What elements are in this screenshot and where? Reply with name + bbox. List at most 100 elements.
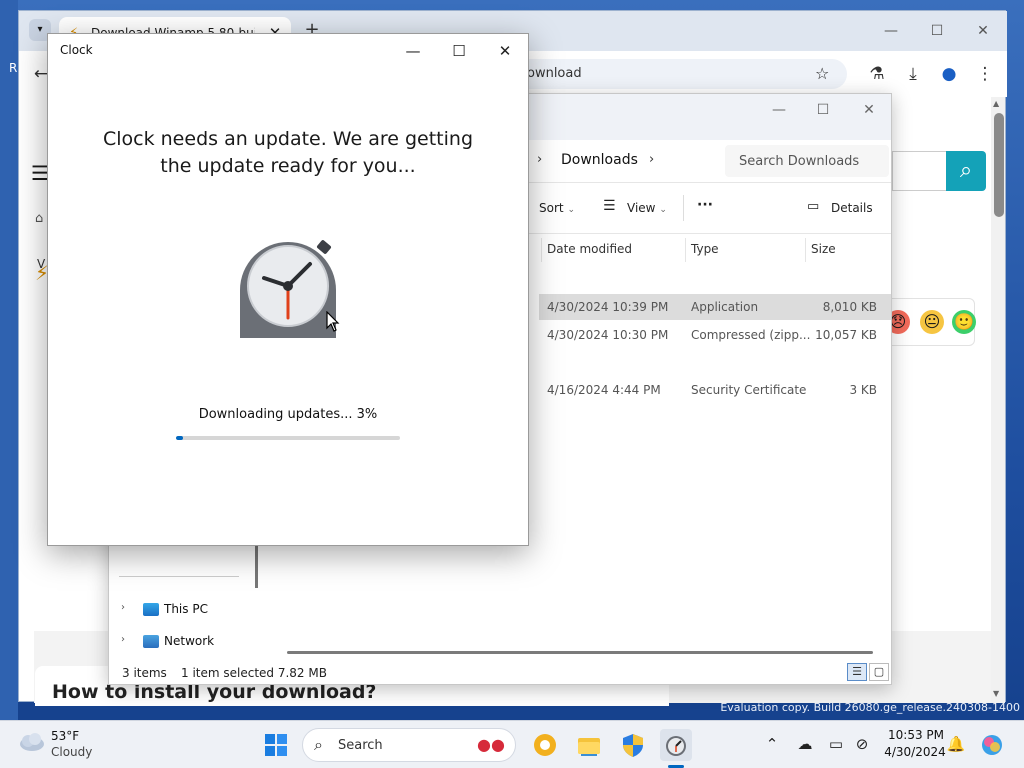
breadcrumb-downloads[interactable]: Downloads xyxy=(561,152,638,168)
reaction-happy-icon[interactable]: 🙂 xyxy=(952,310,976,334)
expand-network-icon[interactable]: › xyxy=(121,634,125,645)
explorer-minimize-button[interactable]: — xyxy=(757,98,801,122)
bookmark-star-icon[interactable]: ☆ xyxy=(815,64,829,83)
view-list-icon: ☰ xyxy=(603,198,616,214)
mouse-cursor-icon xyxy=(326,311,340,332)
home-icon[interactable]: ⌂ xyxy=(35,211,43,226)
column-divider xyxy=(541,238,542,262)
breadcrumb-separator-icon[interactable]: › xyxy=(537,152,542,167)
progress-fill xyxy=(176,436,183,440)
menu-kebab-icon[interactable]: ⋮ xyxy=(971,61,999,87)
taskbar-search-box[interactable]: ⌕ Search ●● xyxy=(302,728,516,762)
evaluation-watermark: Evaluation copy. Build 26080.ge_release.… xyxy=(720,701,1020,714)
clock-update-window: Clock — ☐ ✕ Clock needs an update. We ar… xyxy=(47,33,529,546)
strawberry-highlight-icon: ●● xyxy=(477,735,505,754)
chevron-down-icon: ⌄ xyxy=(567,205,575,215)
page-scrollbar[interactable]: ▲ ▼ xyxy=(991,97,1005,703)
clock-minimize-button[interactable]: — xyxy=(393,39,433,63)
browser-minimize-button[interactable]: — xyxy=(871,19,911,43)
taskbar: 53°F Cloudy ⌕ Search ●● ⌃ ☁ ▭ ⊘ 10:53 PM… xyxy=(0,720,1024,768)
details-view-button[interactable]: ☰ xyxy=(847,663,867,681)
file-date: 4/16/2024 4:44 PM xyxy=(547,383,661,397)
scroll-down-icon[interactable]: ▼ xyxy=(993,689,999,698)
nav-divider xyxy=(119,576,239,577)
details-button[interactable]: Details xyxy=(831,201,873,215)
navigation-pane: › This PC › Network xyxy=(109,534,267,664)
file-type: Application xyxy=(691,300,759,314)
selection-info: 1 item selected 7.82 MB xyxy=(181,666,327,680)
expand-this-pc-icon[interactable]: › xyxy=(121,602,125,613)
column-size[interactable]: Size xyxy=(811,242,836,256)
file-row[interactable]: 4/30/2024 10:39 PM Application 8,010 KB xyxy=(539,294,891,320)
download-progress-bar xyxy=(176,436,400,440)
chevron-down-icon: ⌄ xyxy=(659,205,667,215)
file-size: 10,057 KB xyxy=(815,328,877,342)
taskbar-date[interactable]: 4/30/2024 xyxy=(884,745,946,759)
address-text: ownload xyxy=(527,66,582,81)
nav-scrollbar[interactable] xyxy=(255,544,258,588)
explorer-maximize-button[interactable]: ☐ xyxy=(801,98,845,122)
tiles-view-button[interactable]: ▢ xyxy=(869,663,889,681)
details-pane-icon: ▭ xyxy=(807,199,820,214)
file-row[interactable]: 4/30/2024 10:30 PM Compressed (zipp... 1… xyxy=(539,322,891,348)
profile-avatar-icon[interactable]: ● xyxy=(935,61,963,87)
site-search-icon[interactable]: ⌕ xyxy=(946,151,986,191)
downloads-icon[interactable]: ⤓ xyxy=(899,61,927,87)
progress-label: Downloading updates... 3% xyxy=(198,407,378,422)
clock-close-button[interactable]: ✕ xyxy=(485,39,525,63)
security-shield-taskbar-icon[interactable] xyxy=(617,729,649,761)
network-status-icon[interactable]: ⊘ xyxy=(852,735,872,753)
nav-item-network[interactable]: Network xyxy=(164,634,214,648)
nav-item-this-pc[interactable]: This PC xyxy=(164,602,208,616)
network-icon xyxy=(143,635,159,648)
alarm-clock-icon xyxy=(240,240,336,338)
view-label: View xyxy=(627,201,656,215)
file-row[interactable]: 4/16/2024 4:44 PM Security Certificate 3… xyxy=(539,377,891,403)
file-type: Security Certificate xyxy=(691,383,807,397)
taskbar-time[interactable]: 10:53 PM xyxy=(888,728,944,742)
chrome-canary-taskbar-icon[interactable] xyxy=(529,729,561,761)
file-date: 4/30/2024 10:30 PM xyxy=(547,328,669,342)
file-size: 3 KB xyxy=(849,383,877,397)
show-hidden-icons-icon[interactable]: ⌃ xyxy=(762,735,782,753)
notification-bell-icon[interactable]: 🔔 xyxy=(946,735,966,753)
more-options-button[interactable]: ··· xyxy=(697,197,713,213)
file-explorer-taskbar-icon[interactable] xyxy=(573,729,605,761)
display-icon[interactable]: ▭ xyxy=(826,735,846,753)
desktop-background xyxy=(0,0,18,720)
item-count: 3 items xyxy=(122,666,167,680)
browser-maximize-button[interactable]: ☐ xyxy=(917,19,957,43)
column-type[interactable]: Type xyxy=(691,242,719,256)
horizontal-scrollbar[interactable] xyxy=(287,651,873,654)
column-date-modified[interactable]: Date modified xyxy=(547,242,632,256)
explorer-close-button[interactable]: ✕ xyxy=(847,98,891,122)
taskbar-search-placeholder: Search xyxy=(338,738,383,753)
desktop-edge-letter: R xyxy=(9,61,18,75)
file-date: 4/30/2024 10:39 PM xyxy=(547,300,669,314)
reaction-neutral-icon[interactable]: 😐 xyxy=(920,310,944,334)
sort-button[interactable]: Sort ⌄ xyxy=(539,201,575,215)
copilot-icon[interactable] xyxy=(980,733,1004,757)
windows-start-icon[interactable] xyxy=(264,733,288,757)
search-icon: ⌕ xyxy=(314,735,323,754)
clock-maximize-button[interactable]: ☐ xyxy=(439,39,479,63)
view-button[interactable]: View ⌄ xyxy=(627,201,667,215)
scroll-thumb[interactable] xyxy=(994,113,1004,217)
labs-flask-icon[interactable]: ⚗ xyxy=(863,61,891,87)
scroll-up-icon[interactable]: ▲ xyxy=(993,99,999,108)
this-pc-icon xyxy=(143,603,159,616)
cloud-weather-icon[interactable] xyxy=(17,732,45,752)
column-headers: Date modified Type Size xyxy=(539,234,891,264)
clock-taskbar-icon[interactable] xyxy=(660,729,692,761)
column-divider xyxy=(685,238,686,262)
file-type: Compressed (zipp... xyxy=(691,328,811,342)
onedrive-cloud-icon[interactable]: ☁ xyxy=(795,735,815,753)
breadcrumb-chevron-icon[interactable]: › xyxy=(649,152,654,167)
weather-description[interactable]: Cloudy xyxy=(51,745,92,759)
weather-temperature[interactable]: 53°F xyxy=(51,729,79,743)
explorer-search-box[interactable]: Search Downloads xyxy=(725,145,889,177)
site-search-input[interactable] xyxy=(892,151,946,191)
column-divider xyxy=(805,238,806,262)
browser-close-button[interactable]: ✕ xyxy=(963,19,1003,43)
sort-label: Sort xyxy=(539,201,564,215)
